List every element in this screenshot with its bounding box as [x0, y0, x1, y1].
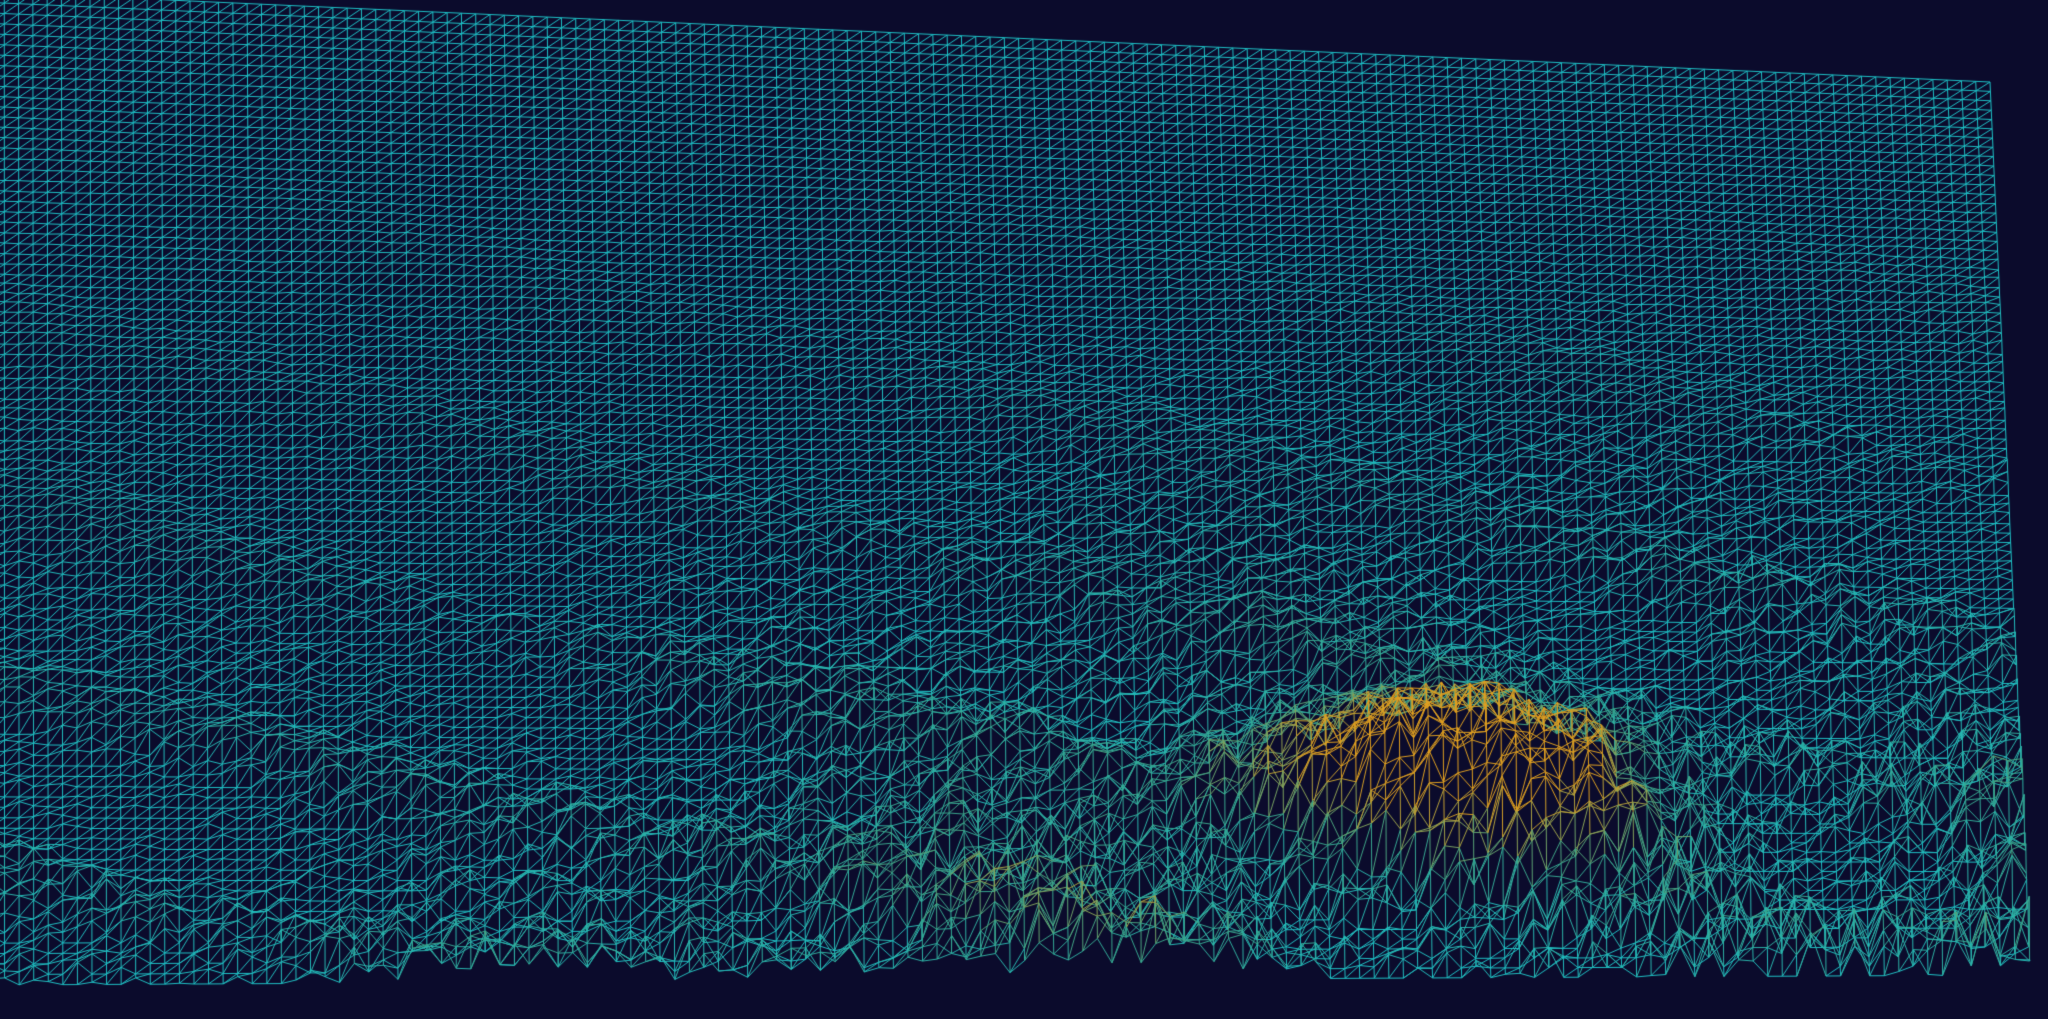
wireframe-terrain-mesh[interactable] — [0, 0, 2048, 1019]
3d-viewport[interactable] — [0, 0, 2048, 1019]
